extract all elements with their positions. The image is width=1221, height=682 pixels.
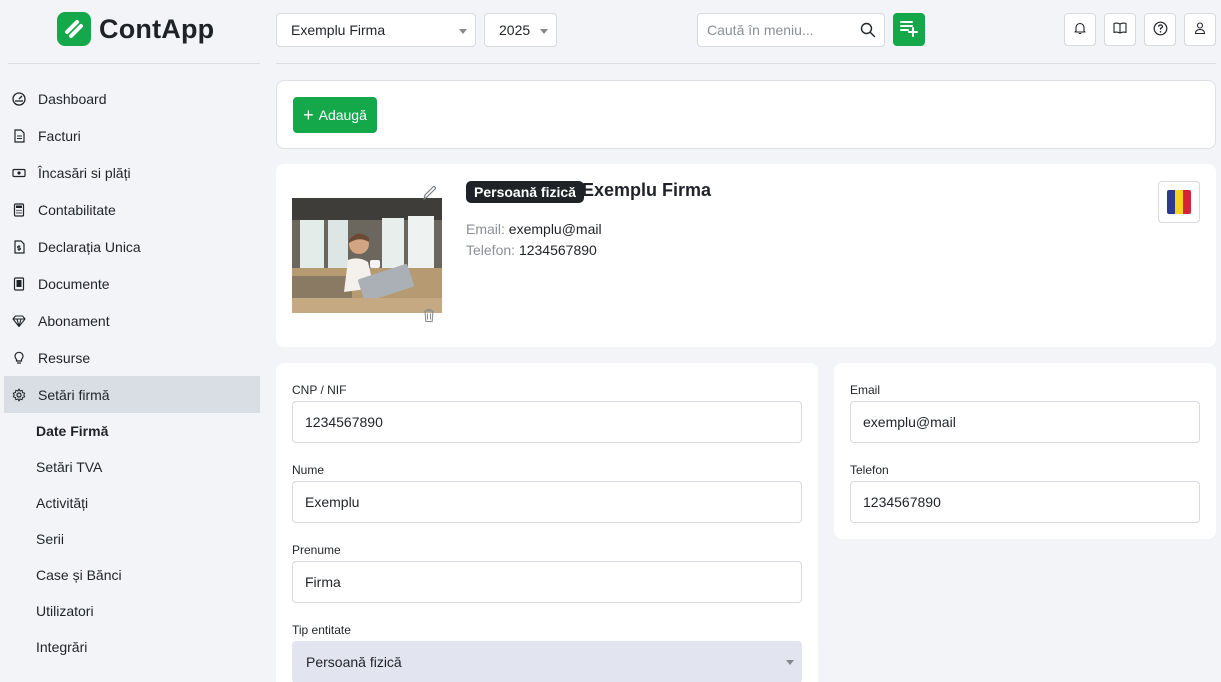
profile-email-value: exemplu@mail xyxy=(508,221,602,237)
add-button[interactable]: + Adaugă xyxy=(293,97,377,133)
company-title: Exemplu Firma xyxy=(582,180,712,200)
sidebar-item-declaratia-unica[interactable]: Declarația Unica xyxy=(4,228,260,265)
country-flag-button[interactable] xyxy=(1158,181,1200,223)
sidebar-item-label: Setări firmă xyxy=(38,386,110,403)
account-button[interactable] xyxy=(1184,13,1216,46)
sidebar: ContApp Dashboard Facturi Încasări si pl… xyxy=(0,0,266,682)
year-select[interactable]: 2025 xyxy=(484,13,557,47)
notifications-button[interactable] xyxy=(1064,13,1096,46)
company-select-value: Exemplu Firma xyxy=(291,22,386,38)
topbar-divider xyxy=(276,63,1216,64)
help-button[interactable] xyxy=(1144,13,1176,46)
guide-button[interactable] xyxy=(1104,13,1136,46)
sidebar-item-setari-firma[interactable]: Setări firmă xyxy=(4,376,260,413)
company-select[interactable]: Exemplu Firma xyxy=(276,13,476,47)
sidebar-nav: Dashboard Facturi Încasări si plăți Cont… xyxy=(4,80,260,665)
sidebar-item-contabilitate[interactable]: Contabilitate xyxy=(4,191,260,228)
add-button-label: Adaugă xyxy=(318,107,367,123)
search-placeholder: Caută în meniu... xyxy=(707,22,814,38)
file-dollar-icon xyxy=(12,239,26,254)
sidebar-subitem-integrari[interactable]: Integrări xyxy=(4,629,260,665)
sidebar-item-documente[interactable]: Documente xyxy=(4,265,260,302)
file-icon xyxy=(12,276,26,291)
sidebar-item-incasari[interactable]: Încasări si plăți xyxy=(4,154,260,191)
diamond-icon xyxy=(12,314,26,328)
prenume-field[interactable]: Firma xyxy=(292,561,802,603)
chevron-down-icon xyxy=(540,29,548,34)
tip-entitate-value: Persoană fizică xyxy=(306,654,402,670)
sidebar-item-label: Contabilitate xyxy=(38,201,116,218)
chevron-down-icon xyxy=(786,660,794,665)
menu-search-input[interactable]: Caută în meniu... xyxy=(697,13,885,47)
nume-field[interactable]: Exemplu xyxy=(292,481,802,523)
email-field[interactable]: exemplu@mail xyxy=(850,401,1200,443)
help-icon xyxy=(1153,21,1168,39)
document-icon xyxy=(12,128,26,143)
lightbulb-icon xyxy=(12,351,26,365)
sidebar-item-label: Resurse xyxy=(38,349,91,366)
profile-email-key: Email: xyxy=(466,221,505,237)
email-label: Email xyxy=(850,383,881,397)
book-icon xyxy=(1113,21,1127,38)
playlist-add-icon xyxy=(899,18,919,41)
sidebar-item-facturi[interactable]: Facturi xyxy=(4,117,260,154)
company-details-form: CNP / NIF 1234567890 Nume Exemplu Prenum… xyxy=(276,363,818,682)
year-select-value: 2025 xyxy=(499,22,531,38)
email-value: exemplu@mail xyxy=(863,414,956,430)
nume-label: Nume xyxy=(292,463,325,477)
app-logo[interactable]: ContApp xyxy=(57,12,214,46)
logo-icon xyxy=(57,12,91,46)
user-icon xyxy=(1193,21,1207,38)
cnp-value: 1234567890 xyxy=(305,414,383,430)
edit-photo-icon[interactable] xyxy=(421,184,437,205)
sidebar-divider xyxy=(8,63,260,64)
calculator-icon xyxy=(12,202,26,217)
quick-add-button[interactable] xyxy=(893,13,925,46)
phone-field[interactable]: 1234567890 xyxy=(850,481,1200,523)
sidebar-item-label: Documente xyxy=(38,275,110,292)
profile-phone-value: 1234567890 xyxy=(518,242,597,258)
company-profile-card: Persoană fizică Exemplu Firma Email: exe… xyxy=(276,164,1216,347)
profile-email: Email: exemplu@mail xyxy=(466,221,602,237)
sidebar-item-label: Facturi xyxy=(38,127,81,144)
delete-photo-icon[interactable] xyxy=(422,307,436,326)
prenume-value: Firma xyxy=(305,574,341,590)
tip-entitate-select[interactable]: Persoană fizică xyxy=(292,641,802,682)
phone-value: 1234567890 xyxy=(863,494,941,510)
cnp-field[interactable]: 1234567890 xyxy=(292,401,802,443)
sidebar-item-abonament[interactable]: Abonament xyxy=(4,302,260,339)
chevron-down-icon xyxy=(459,29,467,34)
sidebar-item-label: Dashboard xyxy=(38,90,107,107)
sidebar-item-resurse[interactable]: Resurse xyxy=(4,339,260,376)
nume-value: Exemplu xyxy=(305,494,360,510)
cnp-label: CNP / NIF xyxy=(292,383,347,397)
search-icon xyxy=(860,22,876,41)
sidebar-item-label: Încasări si plăți xyxy=(38,164,131,181)
sidebar-subitem-setari-tva[interactable]: Setări TVA xyxy=(4,449,260,485)
sidebar-subitem-serii[interactable]: Serii xyxy=(4,521,260,557)
sidebar-item-label: Abonament xyxy=(38,312,110,329)
tip-entitate-label: Tip entitate xyxy=(292,623,351,637)
gauge-icon xyxy=(12,91,26,106)
sidebar-subitem-date-firma[interactable]: Date Firmă xyxy=(4,413,260,449)
contact-form: Email exemplu@mail Telefon 1234567890 xyxy=(834,363,1216,539)
bell-icon xyxy=(1073,21,1087,38)
sidebar-subitem-activitati[interactable]: Activități xyxy=(4,485,260,521)
prenume-label: Prenume xyxy=(292,543,341,557)
cash-icon xyxy=(12,166,26,180)
sidebar-item-dashboard[interactable]: Dashboard xyxy=(4,80,260,117)
profile-phone: Telefon: 1234567890 xyxy=(466,242,597,258)
app-name: ContApp xyxy=(99,13,215,44)
sidebar-item-label: Declarația Unica xyxy=(38,238,141,255)
phone-label: Telefon xyxy=(850,463,889,477)
company-photo xyxy=(292,198,442,313)
actions-card: + Adaugă xyxy=(276,80,1216,149)
sidebar-subitem-case-banci[interactable]: Case și Bănci xyxy=(4,557,260,593)
entity-type-badge: Persoană fizică xyxy=(466,181,584,203)
sidebar-subitem-utilizatori[interactable]: Utilizatori xyxy=(4,593,260,629)
profile-phone-key: Telefon: xyxy=(466,242,516,258)
gear-icon xyxy=(12,388,26,402)
romania-flag-icon xyxy=(1167,190,1191,214)
plus-icon: + xyxy=(303,105,314,125)
